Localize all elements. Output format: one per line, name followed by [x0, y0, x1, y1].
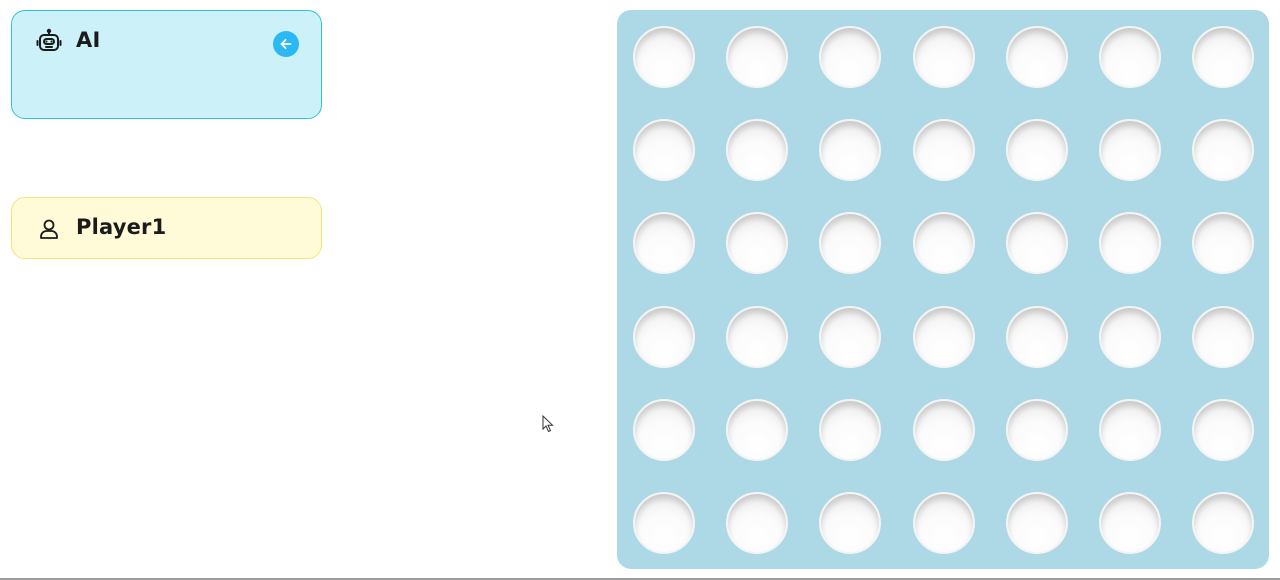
board-cell[interactable] [633, 305, 695, 368]
board-cell[interactable] [726, 212, 789, 275]
board-cell[interactable] [1098, 305, 1161, 368]
board-cell[interactable] [912, 398, 975, 461]
board-cell[interactable] [912, 305, 975, 368]
board-cell[interactable] [819, 398, 882, 461]
board-cell[interactable] [912, 26, 975, 88]
board-cell[interactable] [1098, 491, 1161, 554]
board-cell[interactable] [633, 491, 695, 554]
board-cell[interactable] [726, 491, 789, 554]
board-cell[interactable] [1098, 398, 1161, 461]
board-cell[interactable] [912, 119, 975, 182]
board-cell[interactable] [1005, 26, 1068, 88]
arrow-left-icon [280, 39, 292, 49]
board-cell[interactable] [819, 305, 882, 368]
board-cell[interactable] [1192, 491, 1255, 554]
board-cell[interactable] [1005, 305, 1068, 368]
user-icon [35, 215, 63, 243]
board-cell[interactable] [1005, 119, 1068, 182]
board-cell[interactable] [633, 26, 695, 88]
player-card-ai: AI [11, 10, 322, 119]
board-cell[interactable] [1192, 119, 1255, 182]
board-cell[interactable] [1192, 398, 1255, 461]
board-cell[interactable] [819, 491, 882, 554]
board-cell[interactable] [819, 212, 882, 275]
board-cell[interactable] [1192, 212, 1255, 275]
player-name-ai: AI [76, 28, 101, 52]
board-cell[interactable] [1192, 26, 1255, 88]
game-screen: AI Player1 [0, 0, 1280, 580]
board-cell[interactable] [726, 398, 789, 461]
game-board [617, 10, 1269, 569]
board-cell[interactable] [912, 491, 975, 554]
player-card-player1: Player1 [11, 197, 322, 259]
board-cell[interactable] [633, 398, 695, 461]
board-cell[interactable] [1098, 26, 1161, 88]
board-cell[interactable] [1098, 119, 1161, 182]
board-cell[interactable] [1005, 212, 1068, 275]
turn-indicator [273, 31, 299, 57]
board-cell[interactable] [1005, 491, 1068, 554]
board-cell[interactable] [726, 119, 789, 182]
board-cell[interactable] [726, 305, 789, 368]
board-cell[interactable] [912, 212, 975, 275]
board-cell[interactable] [1005, 398, 1068, 461]
board-cell[interactable] [1098, 212, 1161, 275]
player-name-player1: Player1 [76, 215, 167, 239]
board-cell[interactable] [819, 119, 882, 182]
robot-icon [35, 28, 63, 56]
board-grid [633, 26, 1255, 554]
board-cell[interactable] [726, 26, 789, 88]
board-cell[interactable] [633, 212, 695, 275]
board-cell[interactable] [819, 26, 882, 88]
mouse-cursor [542, 415, 554, 433]
board-cell[interactable] [633, 119, 695, 182]
board-cell[interactable] [1192, 305, 1255, 368]
